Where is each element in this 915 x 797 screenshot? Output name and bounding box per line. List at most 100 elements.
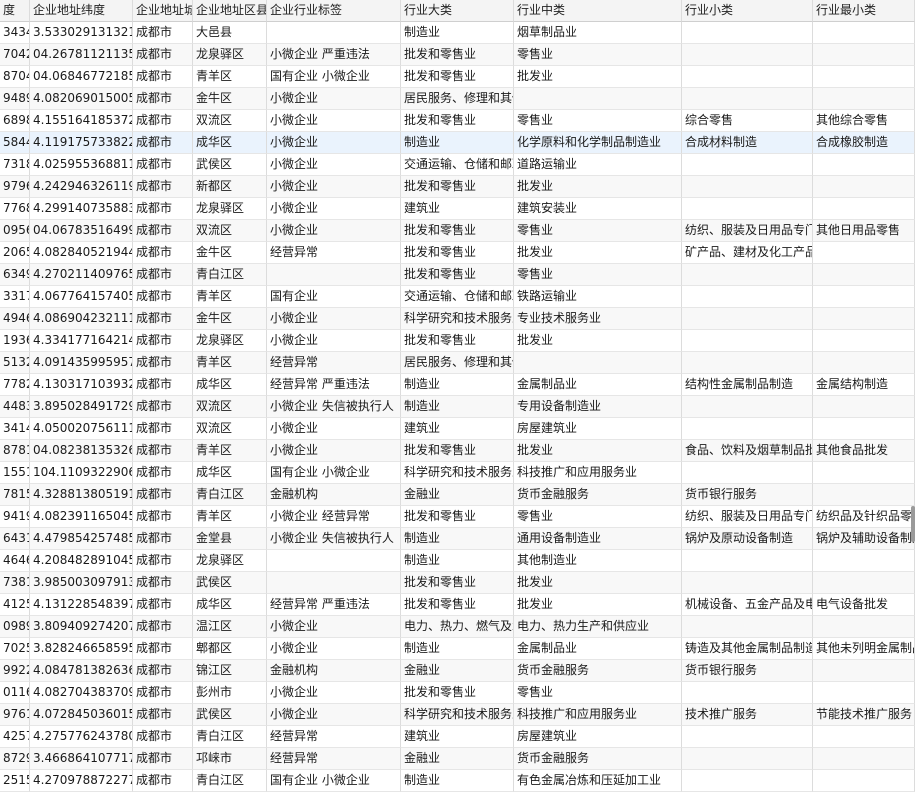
table-cell[interactable]: 武侯区 xyxy=(193,704,267,726)
table-cell[interactable] xyxy=(267,22,401,44)
table-cell[interactable]: 金属制品业 xyxy=(514,638,682,660)
table-cell[interactable] xyxy=(813,572,915,594)
table-cell[interactable]: 制造业 xyxy=(401,22,514,44)
table-cell[interactable] xyxy=(682,286,813,308)
table-cell[interactable]: 青羊区 xyxy=(193,66,267,88)
table-cell[interactable]: 货币金融服务 xyxy=(514,484,682,506)
table-cell[interactable]: 金属结构制造 xyxy=(813,374,915,396)
table-cell[interactable]: 3317 xyxy=(0,286,30,308)
table-cell[interactable] xyxy=(813,44,915,66)
table-cell[interactable]: 4.0500207561111 xyxy=(30,418,133,440)
table-cell[interactable]: 金牛区 xyxy=(193,308,267,330)
table-cell[interactable]: 成都市 xyxy=(133,726,193,748)
table-cell[interactable]: 批发和零售业 xyxy=(401,594,514,616)
column-header[interactable]: 企业地址城 xyxy=(133,0,193,22)
table-cell[interactable] xyxy=(267,264,401,286)
table-cell[interactable]: 1936 xyxy=(0,330,30,352)
table-cell[interactable]: 大邑县 xyxy=(193,22,267,44)
table-cell[interactable]: 温江区 xyxy=(193,616,267,638)
table-cell[interactable]: 4.2757762437806 xyxy=(30,726,133,748)
table-cell[interactable]: 小微企业 xyxy=(267,176,401,198)
table-cell[interactable]: 9761 xyxy=(0,704,30,726)
column-header[interactable]: 行业最小类 xyxy=(813,0,915,22)
table-cell[interactable]: 4.0259553688117 xyxy=(30,154,133,176)
table-cell[interactable]: 国有企业 小微企业 xyxy=(267,462,401,484)
table-cell[interactable]: 科技推广和应用服务业 xyxy=(514,704,682,726)
table-cell[interactable]: 成都市 xyxy=(133,528,193,550)
table-cell[interactable]: 青羊区 xyxy=(193,352,267,374)
table-cell[interactable] xyxy=(813,264,915,286)
table-cell[interactable]: 郫都区 xyxy=(193,638,267,660)
table-cell[interactable]: 4.4798542574852 xyxy=(30,528,133,550)
table-cell[interactable]: 成都市 xyxy=(133,198,193,220)
table-cell[interactable]: 其他综合零售 xyxy=(813,110,915,132)
table-cell[interactable]: 双流区 xyxy=(193,220,267,242)
table-cell[interactable] xyxy=(682,44,813,66)
table-cell[interactable]: 小微企业 xyxy=(267,110,401,132)
table-cell[interactable]: 成都市 xyxy=(133,22,193,44)
table-cell[interactable]: 成都市 xyxy=(133,638,193,660)
table-cell[interactable] xyxy=(682,550,813,572)
table-cell[interactable]: 制造业 xyxy=(401,396,514,418)
table-cell[interactable]: 批发和零售业 xyxy=(401,44,514,66)
table-cell[interactable]: 7042 xyxy=(0,44,30,66)
table-cell[interactable]: 科学研究和技术服务业 xyxy=(401,462,514,484)
table-cell[interactable]: 3414 xyxy=(0,418,30,440)
table-cell[interactable] xyxy=(682,462,813,484)
table-cell[interactable]: 交通运输、仓储和邮政业 xyxy=(401,286,514,308)
table-cell[interactable]: 2515 xyxy=(0,770,30,792)
table-cell[interactable]: 武侯区 xyxy=(193,154,267,176)
table-cell[interactable]: 04.068467721852 xyxy=(30,66,133,88)
table-cell[interactable]: 3.8094092742074 xyxy=(30,616,133,638)
table-cell[interactable]: 通用设备制造业 xyxy=(514,528,682,550)
table-cell[interactable]: 成都市 xyxy=(133,374,193,396)
table-cell[interactable]: 成华区 xyxy=(193,132,267,154)
table-cell[interactable]: 科技推广和应用服务业 xyxy=(514,462,682,484)
table-cell[interactable]: 科学研究和技术服务业 xyxy=(401,704,514,726)
table-cell[interactable]: 其他未列明金属制品制造 xyxy=(813,638,915,660)
table-cell[interactable]: 3.5330291313215 xyxy=(30,22,133,44)
table-cell[interactable] xyxy=(813,352,915,374)
table-cell[interactable] xyxy=(682,748,813,770)
table-cell[interactable]: 新都区 xyxy=(193,176,267,198)
table-cell[interactable]: 批发业 xyxy=(514,594,682,616)
table-cell[interactable]: 锦江区 xyxy=(193,660,267,682)
table-cell[interactable]: 9922 xyxy=(0,660,30,682)
table-cell[interactable]: 04.082381353269 xyxy=(30,440,133,462)
table-cell[interactable]: 铸造及其他金属制品制造 xyxy=(682,638,813,660)
table-cell[interactable]: 金牛区 xyxy=(193,242,267,264)
table-cell[interactable]: 4.1191757338227 xyxy=(30,132,133,154)
table-cell[interactable]: 彭州市 xyxy=(193,682,267,704)
table-cell[interactable]: 成都市 xyxy=(133,660,193,682)
table-cell[interactable]: 烟草制品业 xyxy=(514,22,682,44)
table-cell[interactable]: 经营异常 xyxy=(267,242,401,264)
table-cell[interactable]: 化学原料和化学制品制造业 xyxy=(514,132,682,154)
table-cell[interactable] xyxy=(682,330,813,352)
table-cell[interactable]: 6431 xyxy=(0,528,30,550)
table-cell[interactable]: 食品、饮料及烟草制品批发 xyxy=(682,440,813,462)
table-cell[interactable] xyxy=(682,396,813,418)
table-cell[interactable]: 青羊区 xyxy=(193,286,267,308)
table-cell[interactable] xyxy=(682,22,813,44)
table-cell[interactable]: 4.2429463261198 xyxy=(30,176,133,198)
column-header[interactable]: 企业地址区县 xyxy=(193,0,267,22)
table-cell[interactable]: 零售业 xyxy=(514,506,682,528)
table-cell[interactable]: 小微企业 xyxy=(267,154,401,176)
table-cell[interactable]: 6898 xyxy=(0,110,30,132)
table-cell[interactable]: 其他日用品零售 xyxy=(813,220,915,242)
table-cell[interactable]: 3.8282466585959 xyxy=(30,638,133,660)
table-cell[interactable]: 建筑安装业 xyxy=(514,198,682,220)
table-cell[interactable]: 合成橡胶制造 xyxy=(813,132,915,154)
table-cell[interactable]: 合成材料制造 xyxy=(682,132,813,154)
table-cell[interactable]: 经营异常 严重违法 xyxy=(267,594,401,616)
table-cell[interactable]: 成都市 xyxy=(133,308,193,330)
table-cell[interactable]: 成华区 xyxy=(193,594,267,616)
table-cell[interactable]: 锅炉及原动设备制造 xyxy=(682,528,813,550)
table-cell[interactable]: 成都市 xyxy=(133,506,193,528)
table-cell[interactable]: 国有企业 小微企业 xyxy=(267,66,401,88)
table-cell[interactable] xyxy=(813,396,915,418)
table-cell[interactable]: 经营异常 xyxy=(267,748,401,770)
table-cell[interactable]: 4.1551641853726 xyxy=(30,110,133,132)
table-cell[interactable]: 国有企业 小微企业 xyxy=(267,770,401,792)
table-cell[interactable]: 建筑业 xyxy=(401,418,514,440)
